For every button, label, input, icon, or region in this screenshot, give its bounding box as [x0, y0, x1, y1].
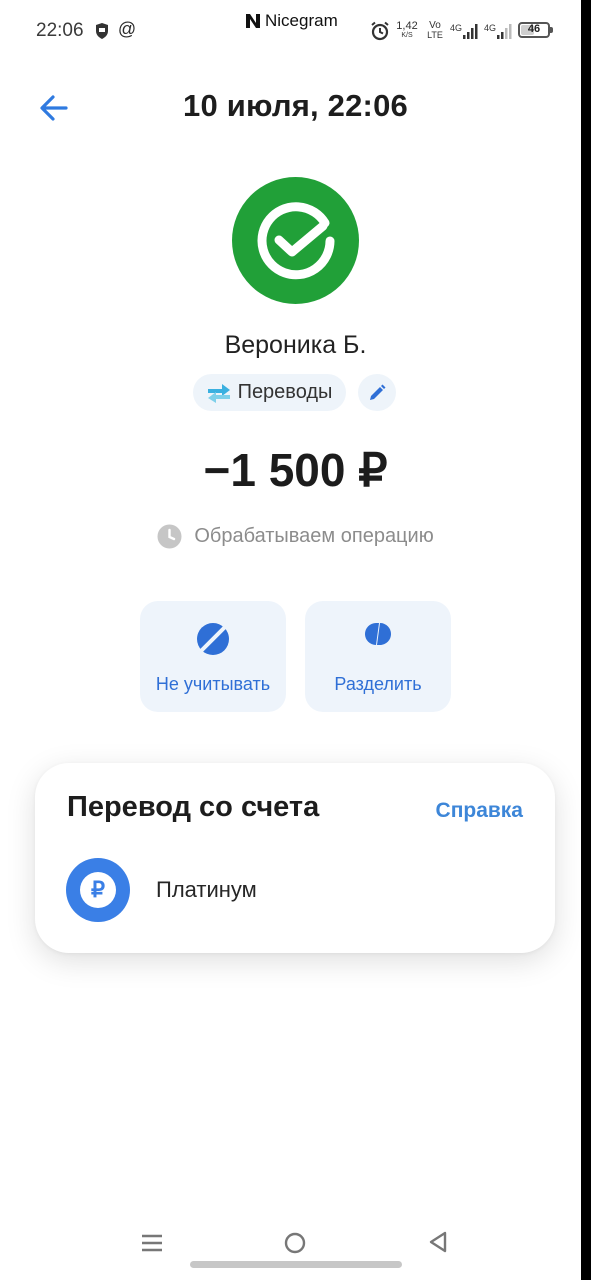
net-speed-value: 1,42 [396, 20, 418, 32]
pencil-icon [370, 384, 386, 400]
screen: 22:06 @ Nicegram 1,42 K/S Vo LTE 4G 4G 4… [0, 0, 581, 1280]
at-icon: @ [117, 18, 137, 39]
signal-4g-icon: 4G [450, 21, 478, 41]
account-name: Платинум [156, 877, 257, 902]
page-title: 10 июля, 22:06 [183, 88, 408, 123]
split-icon [365, 623, 391, 645]
battery-icon: 46 [518, 22, 553, 38]
gesture-bar[interactable] [190, 1261, 402, 1268]
net-speed-unit: K/S [401, 32, 413, 39]
category-label: Переводы [237, 381, 333, 403]
net-speed: 1,42 K/S [395, 21, 419, 40]
card-title: Перевод со счета [67, 791, 320, 823]
edit-category-button[interactable] [358, 374, 396, 411]
signal-4g-icon: 4G [484, 21, 512, 41]
eye-off-icon [197, 623, 229, 655]
sber-check-icon [257, 201, 334, 279]
ignore-button[interactable]: Не учитывать [140, 601, 286, 712]
status-time: 22:06 [36, 20, 84, 41]
svg-text:4G: 4G [450, 23, 462, 33]
transfer-arrows-icon [207, 383, 230, 403]
transaction-status: Обрабатываем операцию [0, 524, 581, 549]
alarm-icon [370, 21, 390, 41]
system-nav-bar [0, 1215, 581, 1280]
nav-back-icon[interactable] [427, 1230, 449, 1254]
source-account-card: Перевод со счета Справка ₽ Платинум [35, 763, 555, 953]
shield-icon [94, 21, 110, 41]
account-row[interactable]: ₽ Платинум [66, 858, 526, 922]
status-app-name: Nicegram [245, 11, 338, 31]
ruble-account-icon: ₽ [66, 858, 130, 922]
svg-text:4G: 4G [484, 23, 496, 33]
app-name-text: Nicegram [265, 11, 338, 30]
battery-level: 46 [527, 23, 541, 35]
clock-icon [157, 524, 182, 549]
recipient-name: Вероника Б. [224, 331, 367, 359]
status-text: Обрабатываем операцию [194, 525, 434, 547]
home-icon[interactable] [284, 1232, 306, 1254]
volte-bottom: LTE [427, 30, 443, 40]
volte-indicator: Vo LTE [425, 21, 445, 40]
bank-logo [232, 177, 359, 304]
status-bar: 22:06 @ Nicegram 1,42 K/S Vo LTE 4G 4G 4… [0, 0, 581, 62]
split-label: Разделить [334, 674, 422, 694]
ignore-label: Не учитывать [155, 674, 271, 694]
help-link[interactable]: Справка [436, 799, 523, 823]
split-button[interactable]: Разделить [305, 601, 451, 712]
transaction-amount: −1 500 ₽ [203, 444, 388, 496]
ruble-symbol: ₽ [80, 872, 116, 908]
menu-icon[interactable] [140, 1231, 164, 1255]
nicegram-logo-icon [246, 14, 260, 28]
category-chip[interactable]: Переводы [193, 374, 346, 411]
